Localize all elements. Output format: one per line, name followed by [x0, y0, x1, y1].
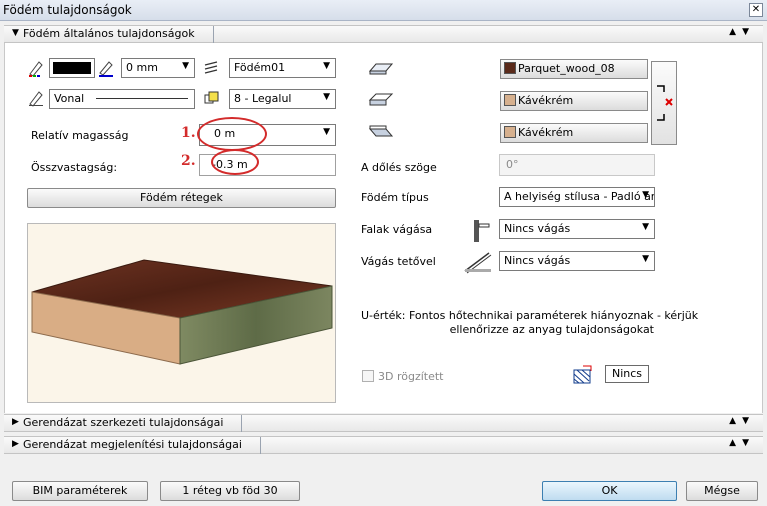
bottom-surface-icon	[368, 125, 394, 137]
annotation-circle-1	[197, 117, 267, 151]
roof-cut-icon	[464, 252, 492, 274]
section-display-label: Gerendázat megjelenítési tulajdonságai	[23, 438, 242, 451]
section-general-label: Födém általános tulajdonságok	[23, 27, 195, 40]
top-material-button[interactable]: Parquet_wood_08	[500, 59, 648, 79]
top-material-swatch	[504, 62, 516, 74]
side-material-button[interactable]: Kávékrém	[500, 91, 648, 111]
annotation-circle-2	[211, 149, 259, 175]
line-type-icon	[29, 91, 43, 107]
floor-layers-button[interactable]: Födém rétegek	[27, 188, 336, 208]
fixed-3d-label: 3D rögzített	[378, 370, 444, 383]
material-link-button[interactable]	[651, 61, 677, 145]
slab-3d-preview	[27, 223, 336, 403]
ok-button[interactable]: OK	[542, 481, 677, 501]
dropdown-arrow-icon: ▼	[642, 222, 649, 232]
line-preview	[96, 98, 188, 99]
collapse-arrows-icon[interactable]: ▲▼	[729, 27, 755, 37]
bim-parameters-button[interactable]: BIM paraméterek	[12, 481, 148, 501]
draw-order-icon	[204, 91, 219, 104]
title-bar: Födém tulajdonságok ✕	[0, 0, 767, 21]
section-structural-tab[interactable]: ▶ Gerendázat szerkezeti tulajdonságai	[8, 415, 243, 432]
dropdown-arrow-icon: ▼	[642, 254, 649, 264]
hatch-icon[interactable]	[573, 365, 593, 385]
section-display-header[interactable]: ▶ Gerendázat megjelenítési tulajdonságai…	[4, 436, 763, 454]
pen-color-picker[interactable]	[49, 58, 95, 78]
floor-type-label: Födém típus	[361, 191, 429, 204]
section-display-tab[interactable]: ▶ Gerendázat megjelenítési tulajdonságai	[8, 437, 261, 454]
pen-width-select[interactable]: 0 mm ▼	[121, 58, 195, 78]
layer-structure-button[interactable]: 1 réteg vb föd 30	[160, 481, 300, 501]
collapse-arrows-icon[interactable]: ▲▼	[729, 416, 755, 426]
window-title: Födém tulajdonságok	[3, 3, 132, 17]
dropdown-arrow-icon: ▼	[323, 92, 330, 102]
floor-type-select[interactable]: A helyiség stílusa - Padló an ▼	[499, 187, 655, 207]
fixed-3d-checkbox[interactable]	[362, 370, 374, 382]
section-structural-label: Gerendázat szerkezeti tulajdonságai	[23, 416, 224, 429]
annotation-number-2: 2.	[181, 153, 196, 169]
section-general-tab[interactable]: ▼ Födém általános tulajdonságok	[8, 26, 214, 43]
close-icon[interactable]: ✕	[749, 3, 763, 17]
dropdown-arrow-icon: ▼	[182, 61, 189, 71]
dropdown-arrow-icon: ▼	[323, 61, 330, 71]
bottom-material-button[interactable]: Kávékrém	[500, 123, 648, 143]
collapse-arrows-icon[interactable]: ▲▼	[729, 438, 755, 448]
line-type-select[interactable]: Vonal	[49, 89, 195, 109]
hatch-value-button[interactable]: Nincs	[605, 365, 649, 383]
dropdown-arrow-icon: ▼	[642, 190, 649, 200]
roof-cut-label: Vágás tetővel	[361, 255, 436, 268]
side-surface-icon	[368, 93, 394, 106]
roof-cut-select[interactable]: Nincs vágás ▼	[499, 251, 655, 271]
slope-label: A dőlés szöge	[361, 161, 437, 174]
u-value-warning-line2: ellenőrizze az anyag tulajdonságokat	[449, 323, 654, 336]
section-structural-header[interactable]: ▶ Gerendázat szerkezeti tulajdonságai ▲▼	[4, 414, 763, 432]
chevron-right-icon: ▶	[12, 439, 19, 449]
cancel-button[interactable]: Mégse	[686, 481, 758, 501]
bottom-material-swatch	[504, 126, 516, 138]
pen-color-icon	[29, 61, 43, 77]
layer-icon	[204, 61, 218, 74]
draw-order-select[interactable]: 8 - Legalul ▼	[229, 89, 336, 109]
pen-width-icon	[99, 61, 113, 77]
slab-3d-model	[31, 259, 333, 365]
thickness-label: Összvastagság:	[31, 161, 118, 174]
side-material-swatch	[504, 94, 516, 106]
dropdown-arrow-icon: ▼	[323, 127, 330, 137]
chevron-right-icon: ▶	[12, 417, 19, 427]
u-value-warning-line1: U-érték: Fontos hőtechnikai paraméterek …	[361, 309, 699, 322]
layer-select[interactable]: Födém01 ▼	[229, 58, 336, 78]
wall-cut-select[interactable]: Nincs vágás ▼	[499, 219, 655, 239]
wall-cut-icon	[474, 220, 490, 242]
wall-cut-label: Falak vágása	[361, 223, 433, 236]
slope-input[interactable]: 0°	[499, 154, 655, 176]
chevron-down-icon: ▼	[12, 28, 19, 38]
top-surface-icon	[368, 63, 394, 75]
section-general-header[interactable]: ▼ Födém általános tulajdonságok ▲▼	[4, 25, 763, 43]
relative-height-label: Relatív magasság	[31, 129, 129, 142]
annotation-number-1: 1.	[181, 125, 196, 141]
general-properties-panel: 0 mm ▼ Födém01 ▼ Vonal 8 - Legalul ▼ Relatí…	[4, 43, 763, 413]
unlink-icon	[657, 85, 673, 121]
